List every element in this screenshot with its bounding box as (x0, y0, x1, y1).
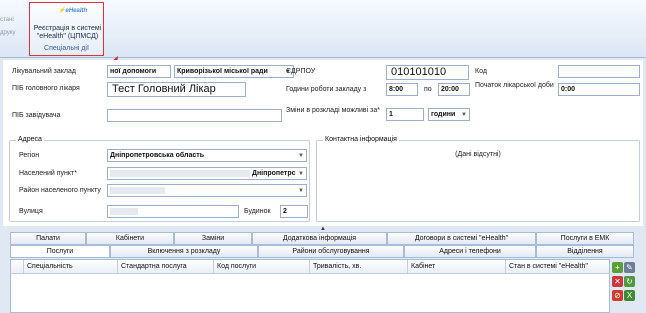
forbid-icon[interactable]: ⊘ (612, 290, 623, 301)
district-label: Район населеного пункту (19, 187, 101, 194)
hours-label: Години роботи закладу з (286, 86, 367, 93)
ribbon-group-special-actions: Спеціальні дії (44, 45, 89, 52)
column-duration[interactable]: Тривалість, хв. (309, 260, 407, 274)
tab-services[interactable]: Послуги (10, 245, 110, 258)
head-doctor-field[interactable]: Тест Головний Лікар (107, 82, 246, 97)
district-select[interactable]: ▼ (107, 184, 307, 197)
edrpou-field[interactable]: 010101010 (386, 65, 469, 80)
head-doctor-label: ПІБ головного лікаря (12, 85, 80, 92)
facility-field-left[interactable]: ної допомоги (107, 65, 171, 78)
ribbon-item-print[interactable]: друку (0, 27, 30, 40)
tab-replacements[interactable]: Заміни (174, 232, 252, 245)
facility-form: Лікувальний заклад ної допомоги Криворіз… (3, 60, 643, 230)
grid-header: Спеціальність Стандартна послуга Код пос… (11, 260, 609, 274)
tabs-area: Палати Кабінети Заміни Додаткова інформа… (10, 232, 634, 259)
hours-to-field[interactable]: 20:00 (438, 83, 470, 96)
column-service-code[interactable]: Код послуги (213, 260, 309, 274)
tab-service-districts[interactable]: Райони обслуговування (258, 245, 404, 258)
column-ehealth-status[interactable]: Стан в системі "eHealth" (505, 260, 609, 274)
tab-wards[interactable]: Палати (10, 232, 86, 245)
house-label: Будинок (244, 208, 271, 215)
tab-addresses-phones[interactable]: Адреси і телефони (404, 245, 536, 258)
manager-label: ПІБ завідувача (12, 112, 61, 119)
schedule-change-unit-select[interactable]: години ▼ (428, 108, 470, 121)
tab-ehealth-contracts[interactable]: Договори в системі "eHealth" (387, 232, 536, 245)
ribbon: стані друку ⚡eHealth Реєстрація в систем… (0, 0, 646, 58)
locality-select[interactable]: Дніпропетрс ▼ (107, 167, 307, 180)
edit-icon[interactable]: ✎ (624, 262, 635, 273)
chevron-down-icon[interactable]: ▼ (298, 153, 304, 159)
schedule-change-label: Зміни в розкладі можливі за* (286, 107, 380, 114)
street-label: Вулиця (19, 208, 43, 215)
locality-label: Населений пункт* (19, 170, 77, 177)
services-grid: Спеціальність Стандартна послуга Код пос… (10, 259, 610, 313)
tab-departments[interactable]: Відділення (536, 245, 634, 258)
chevron-down-icon[interactable]: ▼ (298, 171, 304, 177)
ehealth-registration-label: Реєстрація в системі "eHealth" (ЦПМСД) (33, 25, 102, 40)
ehealth-icon: ⚡eHealth (58, 8, 88, 14)
region-label: Регіон (19, 152, 40, 159)
hours-to-label: по (424, 86, 432, 93)
house-field[interactable]: 2 (280, 205, 308, 218)
edrpou-label: ЄДРПОУ (286, 68, 316, 75)
chevron-down-icon[interactable]: ▼ (298, 188, 304, 194)
column-specialty[interactable]: Спеціальність (23, 260, 117, 274)
column-standard-service[interactable]: Стандартна послуга (117, 260, 213, 274)
contact-legend: Контактна інформація (323, 136, 399, 143)
code-label: Код (475, 68, 487, 75)
ribbon-item-state[interactable]: стані (0, 14, 30, 27)
region-select[interactable]: Дніпропетровська область ▼ (107, 149, 307, 162)
code-field[interactable] (558, 65, 640, 78)
grid-toolbar: + ✎ ✕ ↻ ⊘ X (611, 259, 635, 313)
address-legend: Адреса (16, 136, 44, 143)
schedule-change-field[interactable]: 1 (386, 108, 424, 121)
hours-from-field[interactable]: 8:00 (386, 83, 418, 96)
manager-field[interactable] (107, 109, 282, 122)
shift-start-label: Початок лікарської доби (475, 82, 554, 89)
add-icon[interactable]: + (612, 262, 623, 273)
delete-icon[interactable]: ✕ (612, 276, 623, 287)
tab-emk-services[interactable]: Послуги в ЕМК (536, 232, 634, 245)
shift-start-field[interactable]: 0:00 (558, 83, 640, 96)
contact-empty-text: (Дані відсутні) (455, 151, 501, 158)
facility-label: Лікувальний заклад (12, 68, 76, 75)
chevron-down-icon[interactable]: ▼ (461, 112, 467, 118)
street-field[interactable] (107, 205, 239, 218)
tab-cabinets[interactable]: Кабінети (86, 232, 174, 245)
refresh-icon[interactable]: ↻ (624, 276, 635, 287)
excel-icon[interactable]: X (624, 290, 635, 301)
ribbon-left-items: стані друку (0, 14, 30, 40)
facility-field-right[interactable]: Криворізької міської ради ▼ (174, 65, 294, 78)
tab-schedule-inclusion[interactable]: Включення з розкладу (110, 245, 258, 258)
tab-additional-info[interactable]: Додаткова інформація (252, 232, 387, 245)
column-cabinet[interactable]: Кабінет (407, 260, 505, 274)
